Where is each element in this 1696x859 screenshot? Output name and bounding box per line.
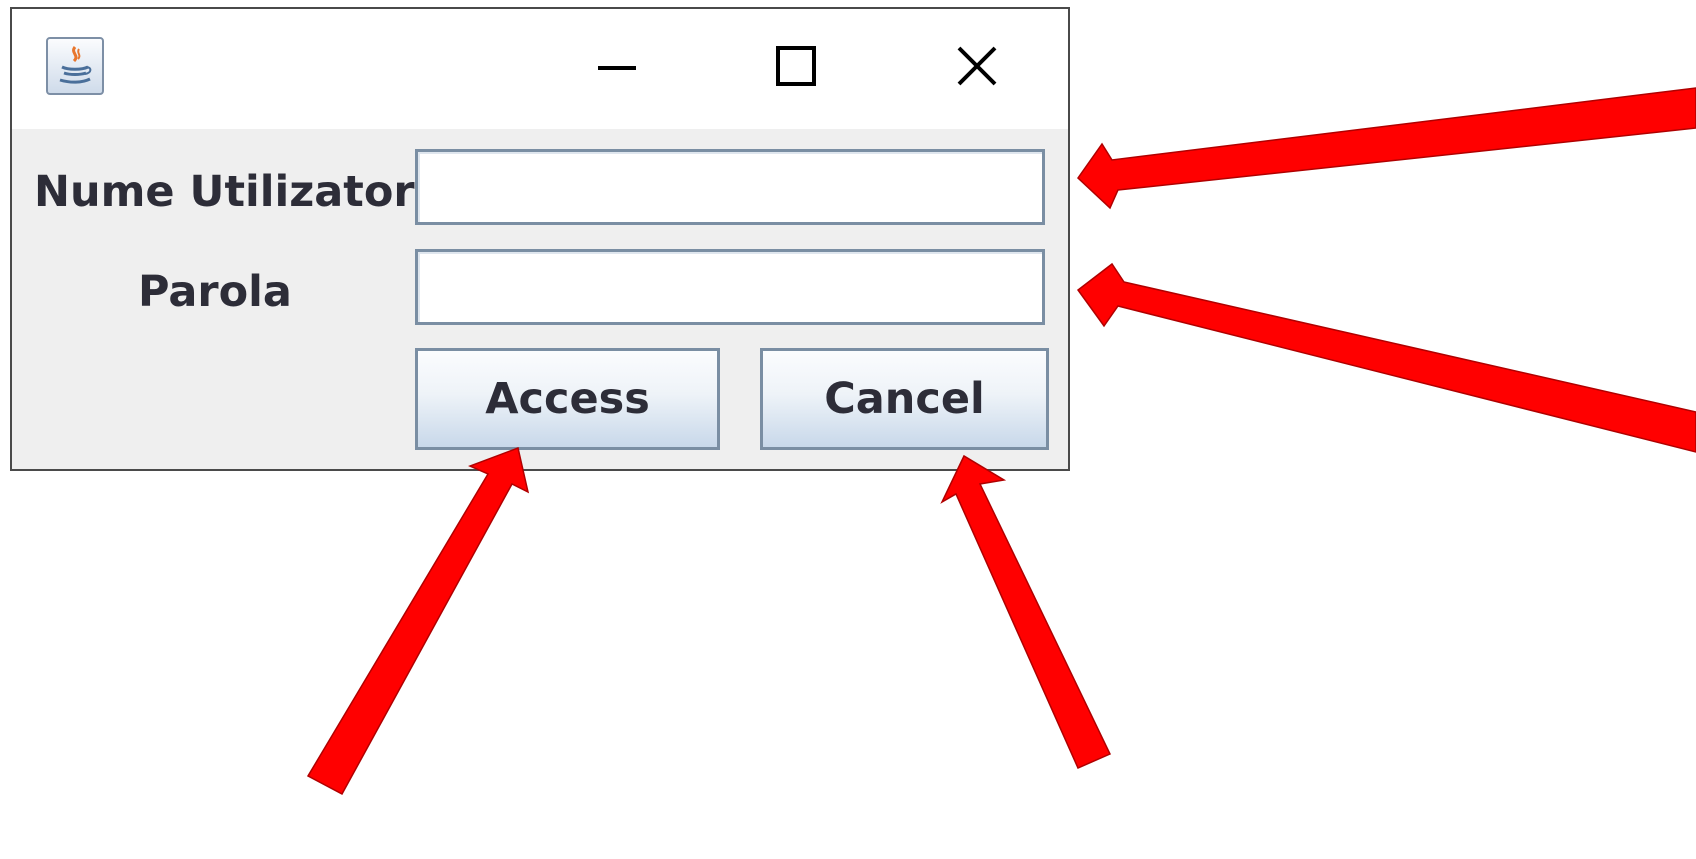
username-label: Nume Utilizator xyxy=(34,167,415,217)
close-button[interactable] xyxy=(942,31,1012,101)
password-input[interactable] xyxy=(415,249,1045,325)
minimize-icon xyxy=(598,66,636,70)
close-icon xyxy=(957,46,997,86)
maximize-button[interactable] xyxy=(762,31,832,101)
title-bar xyxy=(12,9,1068,129)
arrow-to-password-field xyxy=(1076,262,1696,453)
cancel-button[interactable]: Cancel xyxy=(760,348,1049,450)
arrow-to-cancel-button xyxy=(940,454,1112,769)
screenshot-stage: Nume Utilizator Parola Access Cancel xyxy=(0,0,1696,859)
username-input[interactable] xyxy=(415,149,1045,225)
minimize-button[interactable] xyxy=(582,31,652,101)
access-button[interactable]: Access xyxy=(415,348,720,450)
maximize-icon xyxy=(776,46,816,86)
login-window: Nume Utilizator Parola Access Cancel xyxy=(10,7,1070,471)
arrow-to-username-field xyxy=(1077,87,1696,210)
java-app-icon xyxy=(46,37,104,95)
arrow-to-access-button xyxy=(306,446,530,796)
password-label: Parola xyxy=(138,267,292,317)
